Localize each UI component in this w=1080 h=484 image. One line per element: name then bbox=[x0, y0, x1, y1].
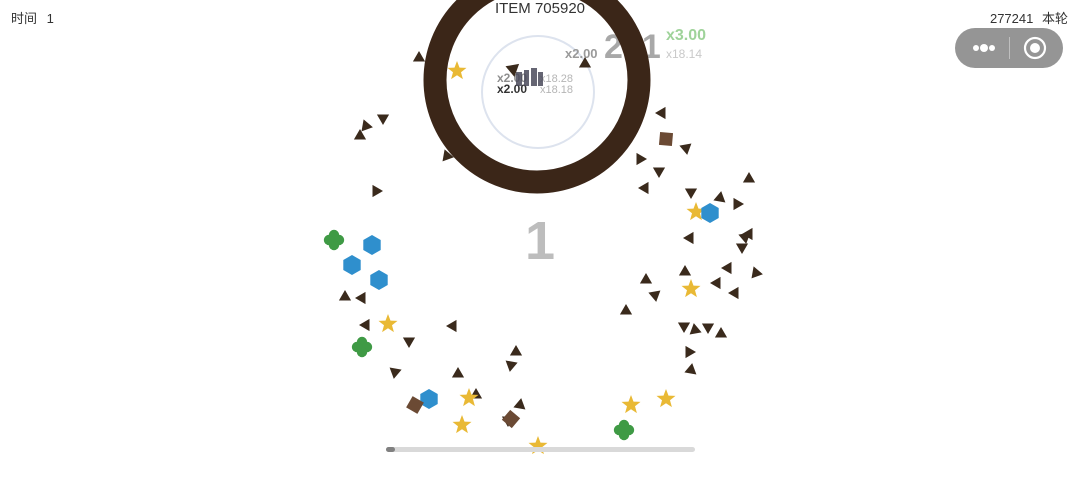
star-token bbox=[681, 279, 701, 298]
triangle-token bbox=[684, 363, 697, 375]
star-token bbox=[656, 389, 676, 408]
inner-popup: x2.00 bbox=[497, 82, 527, 96]
clover-token bbox=[351, 336, 373, 358]
more-dots-icon[interactable] bbox=[969, 33, 999, 63]
triangle-token bbox=[619, 304, 633, 315]
star-token bbox=[447, 61, 467, 80]
progress-fill bbox=[386, 447, 396, 452]
square-token bbox=[658, 131, 674, 147]
square-token bbox=[501, 409, 521, 429]
triangle-token bbox=[684, 188, 698, 199]
multiplier-popup: x2.00 bbox=[565, 46, 598, 61]
triangle-token bbox=[685, 345, 696, 359]
center-block bbox=[516, 72, 522, 86]
triangle-token bbox=[402, 337, 416, 348]
inner-popup: x18.18 bbox=[540, 84, 573, 96]
capsule-divider bbox=[1009, 37, 1010, 59]
triangle-token bbox=[678, 265, 692, 276]
triangle-token bbox=[683, 231, 694, 245]
clover-token bbox=[323, 229, 345, 251]
mini-program-capsule bbox=[955, 28, 1063, 68]
progress-bar bbox=[386, 447, 695, 452]
hexagon-token bbox=[701, 203, 719, 223]
center-block bbox=[524, 70, 529, 86]
triangle-token bbox=[638, 181, 649, 195]
triangle-token bbox=[359, 318, 370, 332]
triangle-token bbox=[655, 106, 666, 120]
star-token bbox=[452, 415, 472, 434]
triangle-token bbox=[751, 266, 763, 279]
triangle-token bbox=[652, 167, 666, 178]
clover-leaf bbox=[613, 424, 625, 436]
triangle-token bbox=[355, 291, 366, 305]
triangle-token bbox=[733, 197, 744, 211]
triangle-token bbox=[446, 319, 457, 333]
triangle-token bbox=[714, 327, 728, 338]
triangle-token bbox=[376, 114, 390, 125]
triangle-token bbox=[701, 323, 715, 334]
triangle-token bbox=[412, 51, 426, 62]
triangle-token bbox=[689, 323, 702, 335]
triangle-token bbox=[721, 261, 732, 275]
triangle-token bbox=[677, 322, 691, 333]
triangle-token bbox=[742, 172, 756, 183]
clover-leaf bbox=[351, 341, 363, 353]
triangle-token bbox=[713, 191, 726, 203]
hexagon-token bbox=[363, 235, 381, 255]
triangle-token bbox=[679, 143, 692, 155]
triangle-token bbox=[451, 367, 465, 378]
triangle-token bbox=[710, 276, 721, 290]
hexagon-token bbox=[343, 255, 361, 275]
center-count: 1 bbox=[524, 211, 556, 271]
triangle-token bbox=[505, 360, 518, 372]
triangle-token bbox=[389, 367, 402, 379]
triangle-token bbox=[636, 152, 647, 166]
triangle-token bbox=[738, 232, 751, 244]
clover-leaf bbox=[323, 234, 335, 246]
center-block bbox=[531, 68, 537, 86]
triangle-token bbox=[372, 184, 383, 198]
multiplier-popup: x18.14 bbox=[666, 47, 702, 61]
record-target-icon[interactable] bbox=[1023, 36, 1047, 60]
center-block bbox=[538, 72, 543, 86]
triangle-token bbox=[353, 129, 367, 140]
triangle-token bbox=[361, 119, 373, 132]
multiplier-popup: x3.00 bbox=[666, 27, 706, 44]
triangle-token bbox=[728, 286, 739, 300]
triangle-token bbox=[648, 290, 661, 302]
hexagon-token bbox=[420, 389, 438, 409]
hexagon-token bbox=[370, 270, 388, 290]
star-token bbox=[378, 314, 398, 333]
triangle-token bbox=[509, 345, 523, 356]
triangle-token bbox=[513, 398, 526, 410]
clover-token bbox=[613, 419, 635, 441]
star-token bbox=[621, 395, 641, 414]
triangle-token bbox=[639, 273, 653, 284]
triangle-token bbox=[735, 243, 749, 254]
triangle-token bbox=[338, 290, 352, 301]
